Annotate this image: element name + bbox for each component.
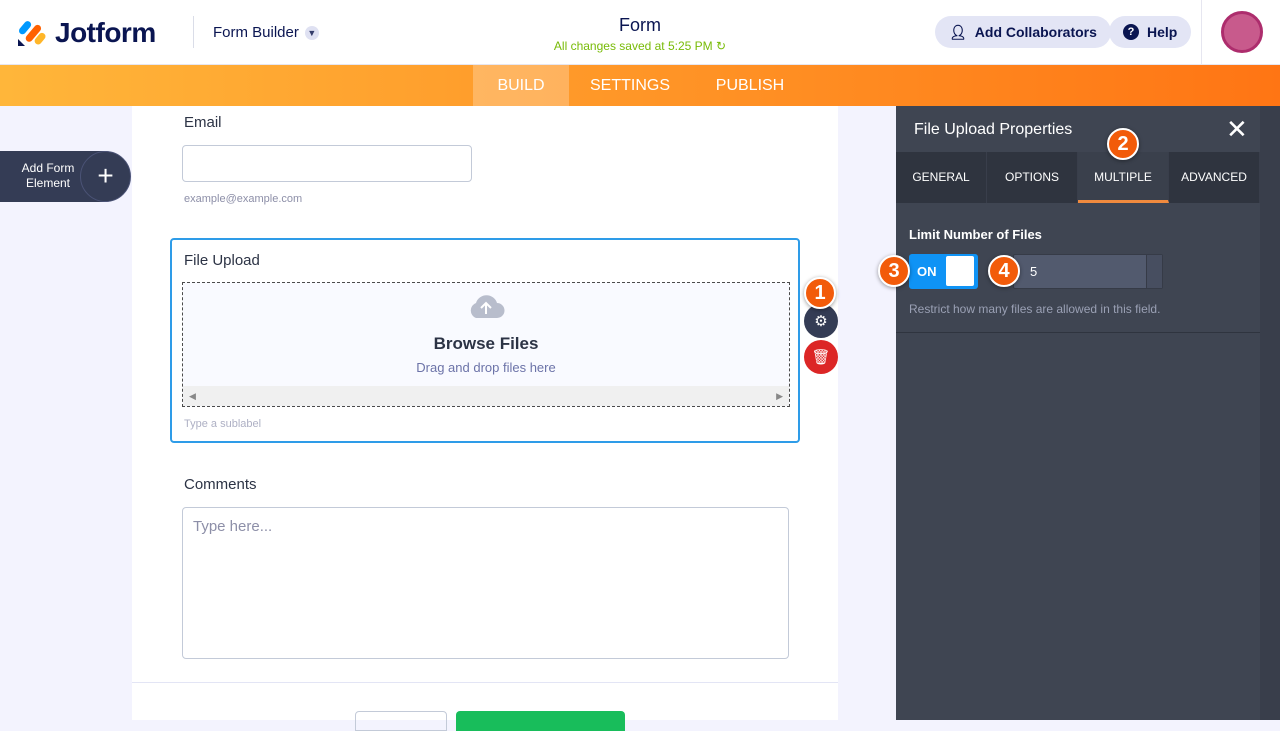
scroll-right-icon[interactable]: ▶ xyxy=(776,391,783,402)
properties-tabs: GENERAL OPTIONS MULTIPLE ADVANCED xyxy=(896,152,1260,203)
tab-options[interactable]: OPTIONS xyxy=(987,152,1078,203)
annotation-badge-4: 4 xyxy=(988,255,1020,287)
tab-publish[interactable]: PUBLISH xyxy=(700,65,800,106)
help-icon: ? xyxy=(1123,24,1139,40)
tab-general[interactable]: GENERAL xyxy=(896,152,987,203)
back-button[interactable] xyxy=(355,711,447,731)
limit-help-text: Restrict how many files are allowed in t… xyxy=(909,302,1161,316)
add-form-element-button[interactable]: Add Form Element + xyxy=(0,151,131,202)
user-icon: 👤︎ xyxy=(949,23,967,40)
divider xyxy=(193,16,194,48)
add-collaborators-label: Add Collaborators xyxy=(974,24,1097,40)
browse-files-button[interactable]: Browse Files xyxy=(183,334,789,354)
divider xyxy=(132,682,838,683)
toggle-knob xyxy=(946,256,974,286)
save-status: All changes saved at 5:25 PM ↻ xyxy=(500,39,780,53)
panel-scrollbar[interactable] xyxy=(1260,106,1280,720)
file-drop-zone[interactable]: Browse Files Drag and drop files here ◀ ▶ xyxy=(182,282,790,407)
app-switch-label: Form Builder xyxy=(213,24,299,41)
email-label: Email xyxy=(184,114,222,131)
account-area xyxy=(1201,0,1280,65)
jotform-logo[interactable]: Jotform xyxy=(17,17,156,49)
limit-count-value: 5 xyxy=(1030,264,1038,279)
limit-files-label: Limit Number of Files xyxy=(909,227,1042,242)
add-collaborators-button[interactable]: 👤︎ Add Collaborators xyxy=(935,16,1111,48)
avatar[interactable] xyxy=(1221,11,1263,53)
tab-build[interactable]: BUILD xyxy=(473,65,569,106)
toggle-state: ON xyxy=(917,264,937,279)
jotform-logo-icon xyxy=(18,21,46,46)
submit-button[interactable] xyxy=(456,711,625,731)
horizontal-scrollbar[interactable]: ◀ ▶ xyxy=(183,386,789,406)
help-label: Help xyxy=(1147,24,1178,40)
panel-title: File Upload Properties xyxy=(914,121,1073,138)
tab-advanced[interactable]: ADVANCED xyxy=(1169,152,1260,203)
cloud-upload-icon xyxy=(470,295,505,318)
form-canvas: Email example@example.com File Upload Br… xyxy=(132,106,838,731)
comments-placeholder: Type here... xyxy=(193,518,273,535)
tab-settings[interactable]: SETTINGS xyxy=(580,65,680,106)
chevron-down-icon: ▼ xyxy=(304,25,319,40)
comments-label: Comments xyxy=(184,476,257,493)
scroll-left-icon[interactable]: ◀ xyxy=(189,391,196,402)
email-sublabel: example@example.com xyxy=(184,193,303,205)
properties-panel: File Upload Properties ✕ GENERAL OPTIONS… xyxy=(896,106,1260,720)
stepper[interactable] xyxy=(1146,255,1162,288)
plus-icon: + xyxy=(80,151,131,202)
top-bar: Jotform Form Builder ▼ Form All changes s… xyxy=(0,0,1280,65)
close-icon[interactable]: ✕ xyxy=(1226,114,1248,145)
file-upload-field[interactable]: File Upload Browse Files Drag and drop f… xyxy=(170,238,800,443)
drag-drop-hint: Drag and drop files here xyxy=(416,360,556,375)
divider xyxy=(896,332,1260,333)
annotation-badge-2: 2 xyxy=(1107,128,1139,160)
add-form-element-label: Add Form Element xyxy=(21,161,75,190)
annotation-badge-1: 1 xyxy=(804,277,836,309)
limit-toggle[interactable]: ON xyxy=(909,254,978,289)
comments-textarea[interactable]: Type here... xyxy=(182,507,789,659)
gear-icon[interactable]: ⚙ xyxy=(804,304,838,338)
save-status-text: All changes saved at 5:25 PM xyxy=(553,39,713,53)
brand-name: Jotform xyxy=(55,17,156,48)
email-input[interactable] xyxy=(182,145,472,182)
file-upload-label: File Upload xyxy=(184,252,260,269)
form-builder-switch[interactable]: Form Builder ▼ xyxy=(213,24,319,41)
builder-nav: BUILD SETTINGS PUBLISH xyxy=(0,65,1280,106)
form-title[interactable]: Form xyxy=(540,15,740,36)
annotation-badge-3: 3 xyxy=(878,255,910,287)
limit-count-input[interactable]: 5 xyxy=(1013,254,1163,289)
trash-icon[interactable]: 🗑︎ xyxy=(804,340,838,374)
help-button[interactable]: ? Help xyxy=(1109,16,1192,48)
refresh-icon: ↻ xyxy=(716,39,727,53)
file-upload-sublabel[interactable]: Type a sublabel xyxy=(184,418,261,430)
